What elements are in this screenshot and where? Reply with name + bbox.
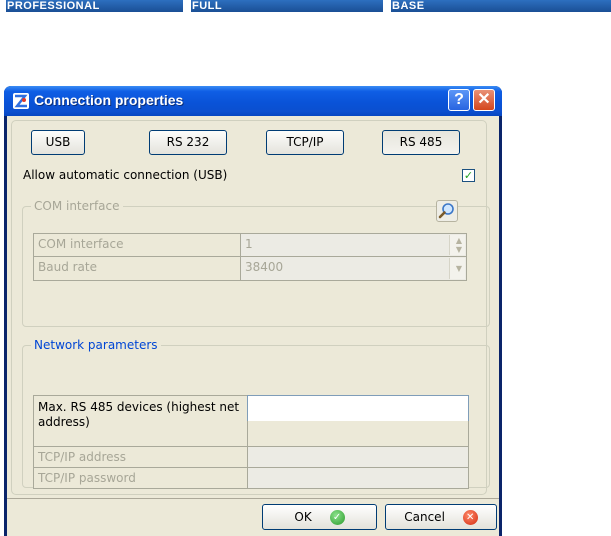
com-interface-value[interactable]: 1 ▲ ▼: [240, 233, 467, 257]
connection-properties-dialog: Connection properties ? ✕ USB RS 232 TCP…: [4, 86, 502, 536]
footer-separator: [7, 498, 499, 499]
spin-up-icon[interactable]: ▲: [456, 237, 462, 245]
baud-rate-value: 38400: [245, 260, 284, 274]
cancel-label: Cancel: [404, 510, 445, 524]
tcpip-password-label: TCP/IP password: [33, 467, 248, 489]
edition-base: BASE: [388, 0, 611, 12]
max-devices-spacer: [247, 421, 469, 447]
rs232-button[interactable]: RS 232: [149, 130, 227, 155]
spin-down-icon[interactable]: ▼: [456, 246, 462, 254]
tcpip-button[interactable]: TCP/IP: [266, 130, 344, 155]
max-devices-input[interactable]: [247, 395, 469, 422]
rs485-button[interactable]: RS 485: [382, 130, 460, 155]
app-logo-icon: [13, 93, 29, 109]
com-interface-legend: COM interface: [31, 199, 123, 213]
help-button[interactable]: ?: [448, 89, 470, 111]
max-devices-label: Max. RS 485 devices (highest net address…: [33, 395, 248, 447]
dialog-title: Connection properties: [34, 92, 184, 108]
tcpip-address-input[interactable]: [247, 446, 469, 468]
chevron-down-icon[interactable]: ▼: [456, 265, 462, 273]
baud-rate-select[interactable]: 38400 ▼: [240, 256, 467, 281]
check-icon: ✓: [329, 510, 345, 525]
ok-label: OK: [294, 510, 312, 524]
edition-full: FULL: [188, 0, 383, 12]
title-bar[interactable]: Connection properties ? ✕: [4, 86, 502, 116]
com-interface-spinner[interactable]: ▲ ▼: [449, 235, 465, 255]
ok-button[interactable]: OK ✓: [262, 504, 377, 530]
baud-rate-row-label: Baud rate: [33, 256, 241, 281]
usb-button[interactable]: USB: [31, 130, 85, 155]
search-button[interactable]: [436, 200, 458, 222]
tcpip-address-label: TCP/IP address: [33, 446, 248, 468]
auto-connect-label: Allow automatic connection (USB): [23, 168, 228, 182]
cancel-x-icon: ✕: [462, 510, 478, 525]
dialog-client-area: USB RS 232 TCP/IP RS 485 Allow automatic…: [7, 116, 499, 536]
network-parameters-legend: Network parameters: [31, 338, 161, 352]
close-button[interactable]: ✕: [473, 89, 495, 111]
edition-bar: PROFESSIONAL FULL BASE: [0, 0, 611, 13]
baud-rate-dropdown[interactable]: ▼: [449, 258, 465, 279]
search-icon: [438, 203, 454, 219]
auto-connect-checkbox[interactable]: ✓: [462, 169, 475, 182]
com-interface-row-label: COM interface: [33, 233, 241, 257]
edition-professional: PROFESSIONAL: [3, 0, 183, 12]
tcpip-password-input[interactable]: [247, 467, 469, 489]
cancel-button[interactable]: Cancel ✕: [385, 504, 497, 530]
com-interface-value-text: 1: [245, 237, 253, 251]
